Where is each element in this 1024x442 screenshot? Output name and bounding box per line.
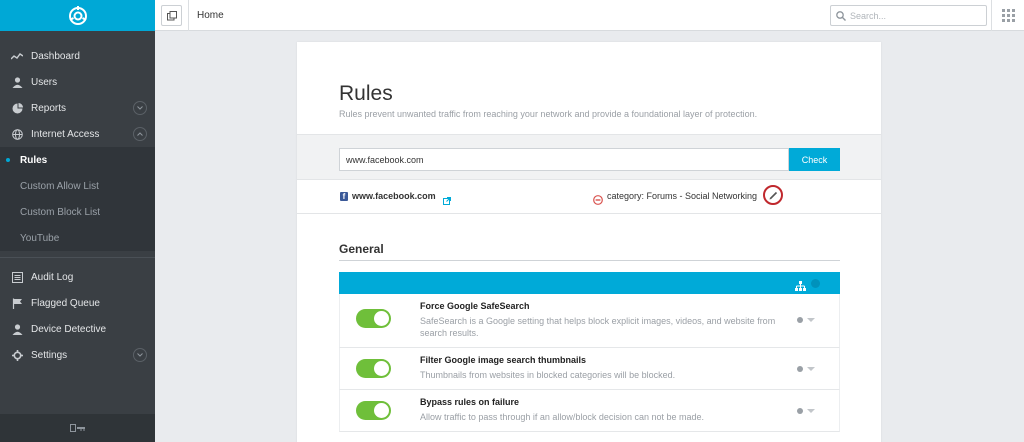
sidebar-item-reports[interactable]: Reports [0, 95, 155, 121]
sidebar-subitem-label: Rules [20, 154, 48, 166]
rule-title: Filter Google image search thumbnails [420, 355, 587, 365]
sidebar-item-settings[interactable]: Settings [0, 342, 155, 368]
sidebar-item-dashboard[interactable]: Dashboard [0, 43, 155, 69]
apps-grid-icon[interactable] [1002, 9, 1015, 22]
sidebar: Dashboard Users Reports Internet Access [0, 0, 155, 442]
search-box[interactable] [830, 5, 987, 26]
rule-title: Force Google SafeSearch [420, 301, 530, 311]
logo-bar[interactable] [0, 0, 155, 31]
sidebar-subitem-label: Custom Allow List [20, 180, 99, 192]
sidebar-item-label: Reports [31, 102, 67, 114]
sidebar-item-label: Dashboard [31, 50, 80, 62]
sidebar-item-flagged-queue[interactable]: Flagged Queue [0, 290, 155, 316]
caret-down-icon [807, 409, 815, 413]
rule-row-filter-thumbnails: Filter Google image search thumbnails Th… [339, 348, 840, 390]
chevron-down-icon[interactable] [133, 348, 147, 362]
sidebar-item-device-detective[interactable]: Device Detective [0, 316, 155, 342]
windows-icon [166, 10, 177, 20]
external-link-icon[interactable] [443, 192, 451, 210]
check-button[interactable]: Check [789, 148, 840, 171]
rule-row-force-safesearch: Force Google SafeSearch SafeSearch is a … [339, 294, 840, 348]
rule-options-dropdown[interactable] [797, 408, 815, 414]
search-icon [836, 10, 846, 21]
trend-icon [11, 50, 23, 62]
caret-down-icon [807, 367, 815, 371]
sidebar-item-label: Flagged Queue [31, 297, 100, 309]
topbar: Home [155, 0, 1024, 31]
window-toggle-button[interactable] [161, 5, 182, 26]
check-result-row: f www.facebook.com category: Forums - So… [297, 181, 881, 214]
status-dot-icon [811, 279, 820, 288]
force-safesearch-toggle[interactable] [356, 309, 391, 328]
rule-description: Thumbnails from websites in blocked cate… [420, 370, 676, 380]
sidebar-item-users[interactable]: Users [0, 69, 155, 95]
search-input[interactable] [850, 10, 970, 21]
sidebar-item-internet-access[interactable]: Internet Access [0, 121, 155, 147]
sidebar-subitem-rules[interactable]: Rules [0, 147, 155, 173]
sidebar-item-audit-log[interactable]: Audit Log [0, 264, 155, 290]
logo-icon [68, 5, 87, 25]
bypass-on-failure-toggle[interactable] [356, 401, 391, 420]
pie-chart-icon [11, 102, 23, 114]
collapse-icon [69, 424, 85, 432]
section-divider [339, 260, 840, 261]
rules-panel: Rules Rules prevent unwanted traffic fro… [297, 42, 881, 442]
sidebar-nav: Dashboard Users Reports Internet Access [0, 43, 155, 368]
rule-description: SafeSearch is a Google setting that help… [420, 316, 776, 338]
globe-icon [11, 128, 23, 140]
sidebar-item-label: Device Detective [31, 323, 107, 335]
status-dot-icon [797, 317, 803, 323]
sidebar-subitem-label: Custom Block List [20, 206, 101, 218]
url-check-bar: Check [297, 134, 881, 180]
filter-thumbnails-toggle[interactable] [356, 359, 391, 378]
blocked-icon [593, 192, 603, 210]
result-category: category: Forums - Social Networking [607, 191, 758, 201]
user-icon [11, 76, 23, 88]
status-dot-icon [797, 366, 803, 372]
topbar-divider [188, 0, 189, 31]
gear-icon [11, 349, 23, 361]
sidebar-item-label: Internet Access [31, 128, 100, 140]
facebook-icon: f [340, 192, 348, 201]
sidebar-item-label: Settings [31, 349, 68, 361]
sidebar-divider [0, 257, 155, 258]
sidebar-subitem-custom-allow-list[interactable]: Custom Allow List [0, 173, 155, 199]
list-icon [11, 271, 23, 283]
rule-options-dropdown[interactable] [797, 317, 815, 323]
edit-category-icon[interactable] [763, 185, 783, 205]
caret-down-icon [807, 318, 815, 322]
sidebar-item-label: Audit Log [31, 271, 74, 283]
internet-access-subnav: Rules Custom Allow List Custom Block Lis… [0, 147, 155, 251]
section-title-general: General [339, 242, 384, 256]
flag-icon [11, 297, 23, 309]
rules-table-header [339, 272, 840, 294]
sidebar-subitem-custom-block-list[interactable]: Custom Block List [0, 199, 155, 225]
result-site: www.facebook.com [352, 191, 436, 201]
page-title: Rules [339, 82, 393, 105]
user-icon [11, 323, 23, 335]
rule-row-bypass-on-failure: Bypass rules on failure Allow traffic to… [339, 390, 840, 432]
chevron-down-icon[interactable] [133, 101, 147, 115]
rule-options-dropdown[interactable] [797, 366, 815, 372]
rule-description: Allow traffic to pass through if an allo… [420, 412, 704, 422]
topbar-divider [991, 0, 992, 31]
sidebar-item-label: Users [31, 76, 58, 88]
sidebar-collapse-button[interactable] [0, 414, 155, 442]
sidebar-subitem-label: YouTube [20, 232, 60, 244]
rule-title: Bypass rules on failure [420, 397, 520, 407]
status-dot-icon [797, 408, 803, 414]
sidebar-subitem-youtube[interactable]: YouTube [0, 225, 155, 251]
chevron-up-icon[interactable] [133, 127, 147, 141]
page-subtitle: Rules prevent unwanted traffic from reac… [339, 109, 758, 119]
breadcrumb-home[interactable]: Home [197, 10, 224, 21]
url-check-input[interactable] [339, 148, 789, 171]
